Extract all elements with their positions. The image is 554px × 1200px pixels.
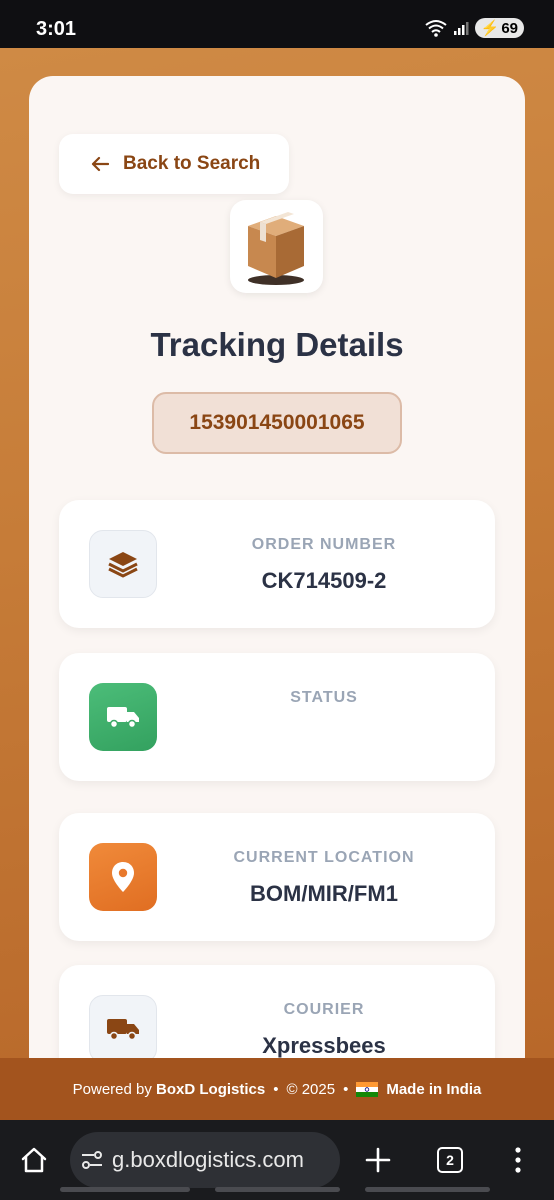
layers-icon bbox=[89, 530, 157, 598]
truck-icon bbox=[89, 683, 157, 751]
arrow-left-icon bbox=[91, 156, 109, 172]
battery-level: 69 bbox=[501, 19, 518, 37]
gesture-handle bbox=[215, 1187, 340, 1192]
footer-separator: • bbox=[273, 1080, 279, 1098]
order-number-card: ORDER NUMBER CK714509-2 bbox=[59, 500, 495, 628]
new-tab-icon[interactable] bbox=[364, 1146, 392, 1174]
back-to-search-button[interactable]: Back to Search bbox=[59, 134, 289, 194]
package-icon bbox=[230, 200, 323, 293]
courier-value: Xpressbees bbox=[262, 1033, 386, 1058]
order-number-value: CK714509-2 bbox=[261, 568, 387, 593]
page-background: Back to Search Tracking Details 15390145… bbox=[0, 48, 554, 1058]
charging-icon: ⚡ bbox=[480, 20, 500, 37]
current-location-card: CURRENT LOCATION BOM/MIR/FM1 bbox=[59, 813, 495, 941]
courier-card: COURIER Xpressbees bbox=[59, 965, 495, 1058]
home-icon[interactable] bbox=[20, 1146, 48, 1174]
gesture-handle bbox=[365, 1187, 490, 1192]
copyright-text: © 2025 bbox=[286, 1080, 336, 1098]
more-options-icon[interactable] bbox=[510, 1146, 526, 1174]
courier-label: COURIER bbox=[283, 1001, 365, 1018]
back-label: Back to Search bbox=[123, 153, 261, 174]
address-bar[interactable]: g.boxdlogistics.com bbox=[70, 1132, 340, 1188]
wifi-icon bbox=[425, 20, 447, 37]
browser-toolbar: g.boxdlogistics.com 2 bbox=[0, 1120, 554, 1200]
gesture-handle bbox=[60, 1187, 190, 1192]
powered-by-text: Powered by BoxD Logistics bbox=[72, 1080, 266, 1098]
order-number-label: ORDER NUMBER bbox=[251, 536, 397, 553]
footer: Powered by BoxD Logistics • © 2025 • Mad… bbox=[0, 1058, 554, 1120]
signal-icon bbox=[453, 22, 469, 35]
footer-separator: • bbox=[343, 1080, 349, 1098]
tracking-card: Back to Search Tracking Details 15390145… bbox=[29, 76, 525, 1058]
location-pin-icon bbox=[89, 843, 157, 911]
site-settings-icon[interactable] bbox=[80, 1148, 104, 1172]
brand-link[interactable]: BoxD Logistics bbox=[156, 1081, 265, 1098]
tab-switcher-button[interactable]: 2 bbox=[437, 1147, 463, 1173]
status-time: 3:01 bbox=[36, 18, 77, 40]
india-flag-icon bbox=[356, 1081, 379, 1097]
current-location-value: BOM/MIR/FM1 bbox=[250, 881, 398, 906]
status-label: STATUS bbox=[290, 689, 358, 706]
status-icons: ⚡ 69 bbox=[425, 18, 524, 38]
tracking-number-badge: 153901450001065 bbox=[152, 392, 402, 454]
status-card: STATUS bbox=[59, 653, 495, 781]
url-text: g.boxdlogistics.com bbox=[112, 1147, 304, 1172]
truck-icon bbox=[89, 995, 157, 1058]
made-in-india-text: Made in India bbox=[386, 1080, 482, 1098]
page-title: Tracking Details bbox=[150, 326, 404, 363]
status-bar: 3:01 ⚡ 69 bbox=[0, 0, 554, 48]
current-location-label: CURRENT LOCATION bbox=[233, 849, 415, 866]
battery-indicator: ⚡ 69 bbox=[474, 18, 524, 38]
